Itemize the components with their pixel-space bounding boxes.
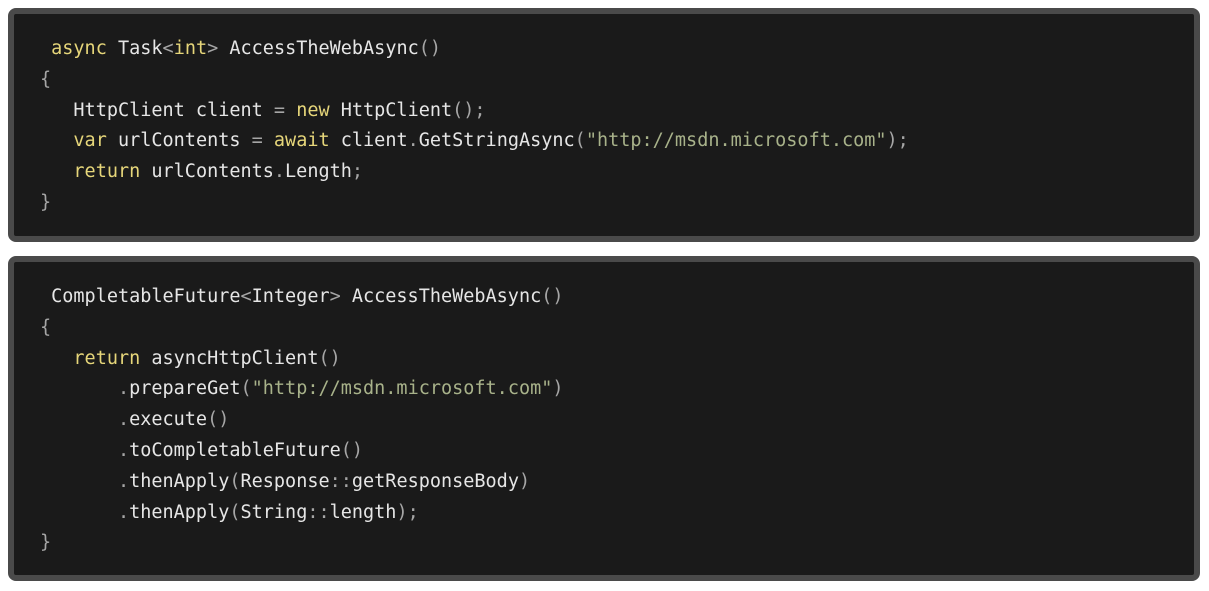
code-token: Task: [106, 38, 163, 59]
code-token: toCompletableFuture: [129, 439, 341, 461]
code-token: int: [173, 38, 208, 59]
code-line: .prepareGet("http://msdn.microsoft.com"): [40, 374, 564, 405]
code-token: String: [240, 501, 308, 523]
code-token: );: [886, 130, 909, 152]
code-token: HttpClient client: [40, 99, 274, 121]
code-token: Integer: [251, 286, 330, 307]
code-block-java: CompletableFuture<Integer> AccessTheWebA…: [8, 256, 1200, 581]
code-token: return: [73, 161, 141, 183]
code-line: .thenApply(Response::getResponseBody): [40, 467, 564, 498]
code-token: Response: [240, 470, 330, 492]
code-line: .toCompletableFuture(): [40, 436, 564, 467]
code-line: return asyncHttpClient(): [40, 344, 564, 375]
code-token: getResponseBody: [351, 470, 519, 492]
code-token: (): [340, 439, 364, 461]
code-line: return urlContents.Length;: [40, 157, 909, 188]
code-token: );: [396, 501, 419, 523]
code-token: (: [229, 470, 241, 492]
code-token: (: [229, 501, 241, 523]
code-line: async Task<int> AccessTheWebAsync(): [40, 34, 909, 65]
code-token: }: [40, 532, 52, 554]
code-token: (): [207, 409, 230, 431]
code-token: (: [240, 378, 252, 400]
code-token: (): [418, 38, 442, 59]
code-token: length: [329, 501, 397, 523]
code-token: prepareGet: [129, 378, 241, 400]
code-content: CompletableFuture<Integer> AccessTheWebA…: [40, 282, 564, 559]
code-line: }: [40, 188, 909, 219]
code-token: <: [240, 286, 252, 307]
code-line: {: [40, 313, 564, 344]
code-token: (: [574, 130, 586, 152]
code-token: urlContents: [106, 130, 252, 152]
code-token: async: [51, 38, 107, 59]
code-line: var urlContents = await client.GetString…: [40, 126, 909, 157]
code-token: thenApply: [129, 501, 230, 523]
code-token: new: [296, 99, 330, 121]
code-token: .: [117, 378, 130, 400]
code-token: "http://msdn.microsoft.com": [251, 378, 553, 400]
code-token: {: [40, 68, 52, 90]
code-token: .: [117, 470, 130, 492]
code-token: >: [329, 286, 341, 307]
code-line: }: [40, 528, 564, 559]
code-line: .thenApply(String::length);: [40, 498, 564, 529]
code-token: .: [117, 501, 130, 523]
code-token: thenApply: [129, 470, 230, 492]
code-token: AccessTheWebAsync: [340, 286, 542, 307]
code-token: ;: [351, 161, 364, 183]
code-token: .: [273, 161, 286, 183]
code-token: ): [552, 378, 564, 400]
code-content: async Task<int> AccessTheWebAsync() { Htt…: [40, 34, 909, 219]
code-token: >: [207, 38, 219, 59]
code-token: {: [40, 316, 52, 338]
code-token: ): [518, 470, 531, 492]
code-line: .execute(): [40, 405, 564, 436]
code-token: "http://msdn.microsoft.com": [585, 130, 887, 152]
code-token: .: [407, 130, 419, 152]
code-token: (): [541, 286, 564, 307]
code-line: {: [40, 65, 909, 96]
code-line: CompletableFuture<Integer> AccessTheWebA…: [40, 282, 564, 313]
code-block-csharp: async Task<int> AccessTheWebAsync() { Htt…: [8, 8, 1200, 242]
code-token: ::: [329, 470, 352, 492]
code-token: =: [273, 99, 286, 121]
code-token: .: [117, 439, 130, 461]
code-token: Length: [285, 161, 352, 183]
code-token: AccessTheWebAsync: [218, 38, 419, 59]
code-token: urlContents: [140, 161, 274, 183]
code-token: =: [251, 130, 263, 152]
code-line: HttpClient client = new HttpClient();: [40, 96, 909, 127]
code-token: ::: [307, 501, 330, 523]
code-token: await: [273, 130, 330, 152]
code-token: return: [73, 347, 141, 369]
code-token: GetStringAsync: [418, 130, 575, 152]
code-token: ();: [452, 99, 486, 121]
code-token: HttpClient: [329, 99, 453, 121]
code-token: (): [318, 347, 341, 369]
code-token: asyncHttpClient: [140, 347, 319, 369]
code-token: var: [73, 130, 107, 152]
code-token: <: [162, 38, 174, 59]
code-token: CompletableFuture: [40, 286, 241, 307]
code-token: client: [329, 130, 408, 152]
code-token: .: [117, 409, 130, 431]
code-token: }: [40, 191, 52, 213]
code-token: execute: [129, 409, 208, 431]
